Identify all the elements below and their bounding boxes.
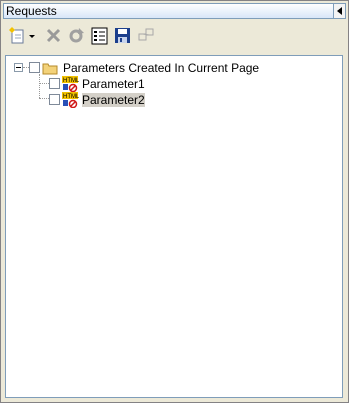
new-dropdown-button[interactable] [27, 27, 37, 45]
tree-root-node[interactable]: Parameters Created In Current Page [12, 60, 272, 76]
collapse-panel-button[interactable] [333, 4, 345, 18]
html-parameter-icon: HTML [62, 76, 79, 92]
requests-tree: Parameters Created In Current Page HTML … [5, 55, 343, 398]
requests-panel: Requests Parameters Created In Current P… [0, 0, 349, 403]
toolbar [7, 27, 347, 49]
refresh-button[interactable] [67, 27, 85, 45]
properties-icon [91, 27, 108, 45]
tree-item-parameter2[interactable]: HTML Parameter2 [49, 92, 169, 108]
parameter2-checkbox[interactable] [49, 94, 60, 105]
save-button[interactable] [114, 27, 132, 45]
parameter1-checkbox[interactable] [49, 78, 60, 89]
collapse-arrow-icon [337, 7, 342, 15]
refresh-icon [69, 28, 84, 43]
tree-item-label: Parameter1 [82, 77, 145, 91]
panel-title-bar: Requests [3, 3, 346, 19]
collapse-tree-node-icon[interactable] [14, 63, 23, 72]
delete-button[interactable] [45, 27, 63, 45]
properties-button[interactable] [91, 27, 109, 45]
tree-item-parameter1[interactable]: HTML Parameter1 [49, 76, 169, 92]
panel-title: Requests [6, 4, 57, 18]
svg-text:HTML: HTML [63, 78, 79, 84]
new-icon [9, 27, 24, 44]
new-button[interactable] [9, 27, 27, 45]
link-button[interactable] [137, 27, 155, 45]
link-icon [138, 28, 154, 41]
tree-root-label: Parameters Created In Current Page [63, 61, 260, 75]
folder-icon [42, 63, 58, 75]
save-icon [115, 28, 130, 43]
svg-text:HTML: HTML [63, 94, 79, 100]
dropdown-arrow-icon [29, 35, 35, 38]
delete-icon [46, 28, 61, 43]
root-checkbox[interactable] [29, 62, 40, 73]
html-parameter-icon: HTML [62, 92, 79, 108]
tree-item-label: Parameter2 [82, 93, 145, 107]
